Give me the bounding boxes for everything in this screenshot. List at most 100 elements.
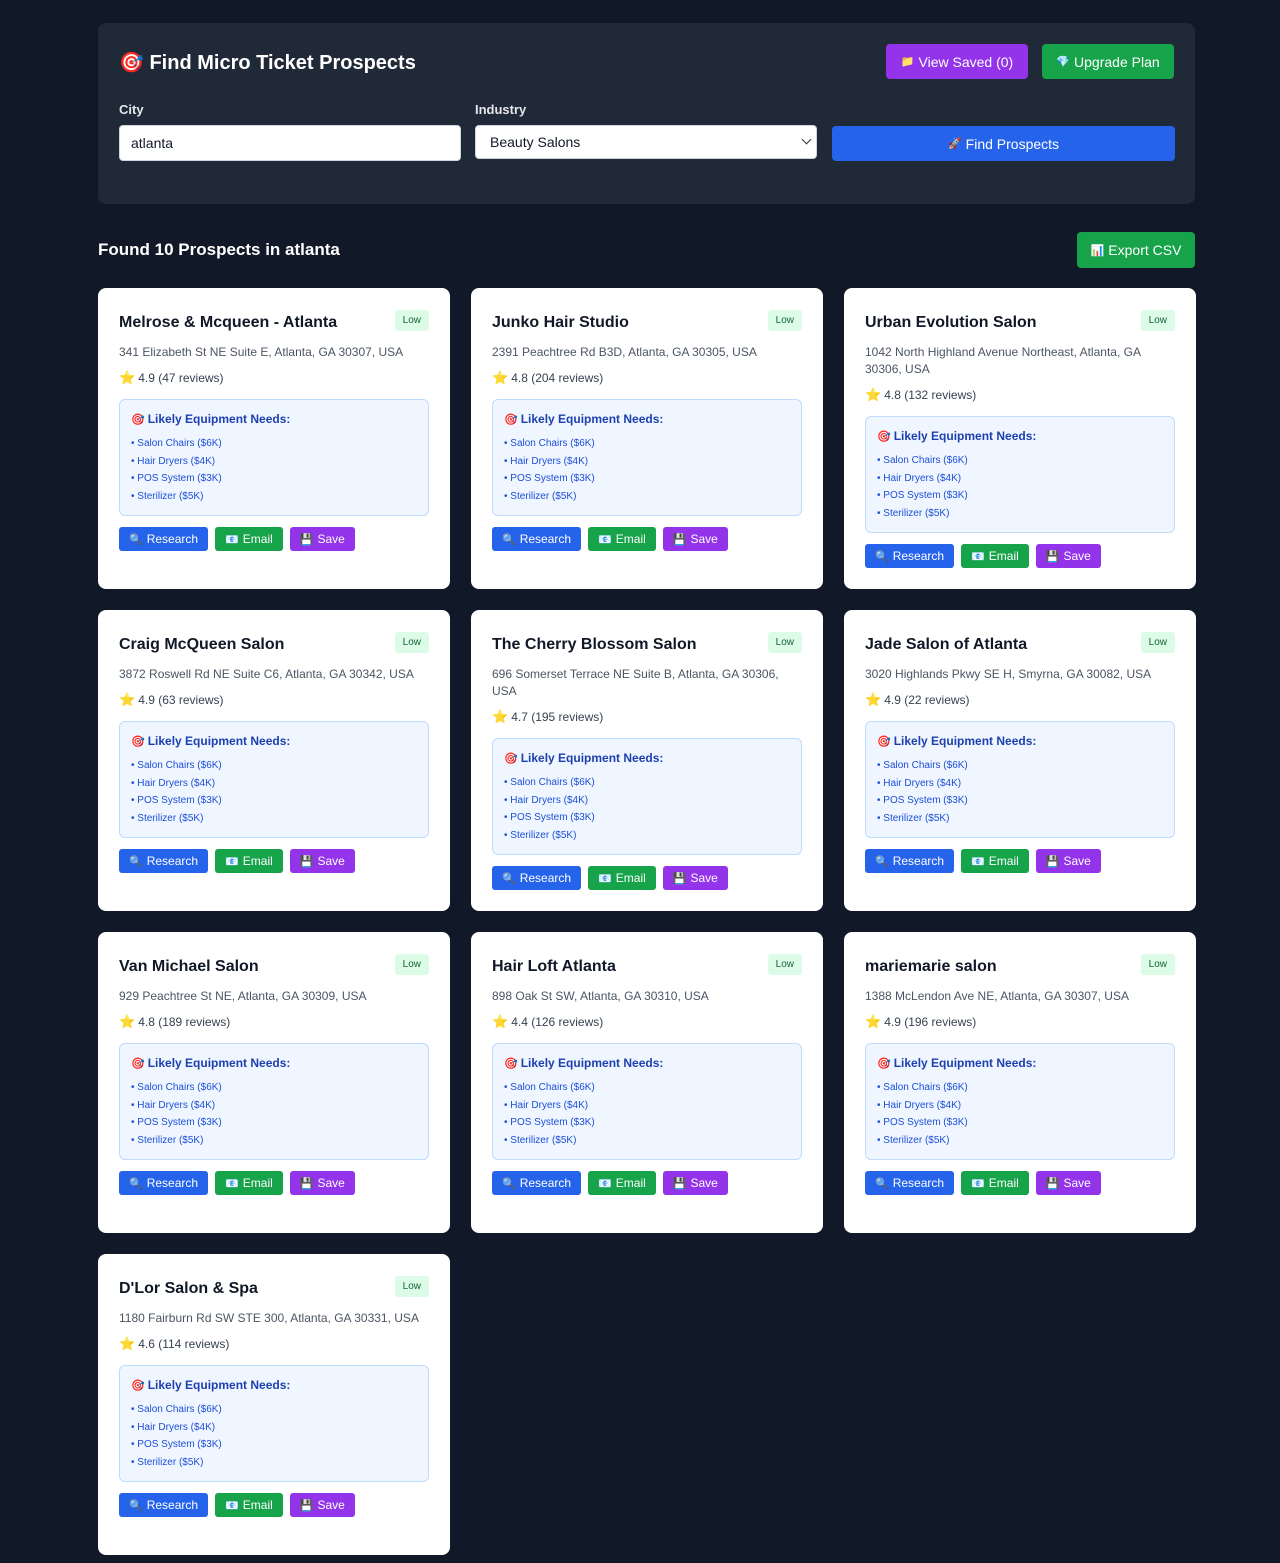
- view-saved-button[interactable]: 📁 View Saved (0): [886, 44, 1028, 79]
- save-button[interactable]: 💾 Save: [1035, 544, 1101, 568]
- research-button[interactable]: 🔍 Research: [119, 527, 209, 551]
- save-button[interactable]: 💾 Save: [662, 527, 728, 551]
- page-title-text: Find Micro Ticket Prospects: [149, 52, 416, 74]
- magnifier-icon: 🔍: [502, 1177, 516, 1190]
- save-button[interactable]: 💾 Save: [289, 527, 355, 551]
- equipment-need-item: Sterilizer ($5K): [877, 505, 1163, 523]
- magnifier-icon: 🔍: [502, 533, 516, 546]
- equipment-needs-list: Salon Chairs ($6K)Hair Dryers ($4K)POS S…: [504, 435, 790, 505]
- industry-select[interactable]: Beauty Salons: [475, 125, 817, 159]
- equipment-needs-box: 🎯Likely Equipment Needs: Salon Chairs ($…: [119, 1365, 429, 1482]
- equipment-need-item: Salon Chairs ($6K): [877, 757, 1163, 775]
- save-button[interactable]: 💾 Save: [662, 866, 728, 890]
- equipment-need-item: Sterilizer ($5K): [504, 827, 790, 845]
- results-heading: Found 10 Prospects in atlanta: [98, 240, 340, 259]
- floppy-disk-icon: 💾: [299, 855, 314, 868]
- research-button[interactable]: 🔍 Research: [865, 544, 955, 568]
- email-button[interactable]: 📧 Email: [588, 1171, 656, 1195]
- research-label: Research: [892, 1176, 945, 1190]
- star-icon: ⭐: [492, 370, 509, 385]
- email-label: Email: [242, 532, 273, 546]
- research-button[interactable]: 🔍 Research: [865, 849, 955, 873]
- prospect-name: Junko Hair Studio: [492, 314, 629, 331]
- research-button[interactable]: 🔍 Research: [865, 1171, 955, 1195]
- target-icon: 🎯: [877, 1058, 891, 1070]
- email-label: Email: [242, 1498, 273, 1512]
- research-button[interactable]: 🔍 Research: [119, 849, 209, 873]
- prospect-card: The Cherry Blossom Salon Low 696 Somerse…: [471, 610, 823, 911]
- equipment-need-item: Sterilizer ($5K): [131, 1132, 417, 1150]
- email-button[interactable]: 📧 Email: [215, 849, 283, 873]
- export-csv-label: Export CSV: [1108, 242, 1182, 258]
- save-button[interactable]: 💾 Save: [1035, 849, 1101, 873]
- find-prospects-button[interactable]: 🚀 Find Prospects: [832, 126, 1175, 161]
- email-button[interactable]: 📧 Email: [215, 527, 283, 551]
- magnifier-icon: 🔍: [875, 550, 889, 563]
- equipment-need-item: POS System ($3K): [877, 487, 1163, 505]
- card-actions: 🔍 Research 📧 Email 💾 Save: [119, 849, 429, 873]
- star-icon: ⭐: [492, 709, 509, 724]
- prospect-rating: ⭐ 4.8 (189 reviews): [119, 1014, 429, 1030]
- equipment-needs-box: 🎯Likely Equipment Needs: Salon Chairs ($…: [492, 1043, 802, 1160]
- prospect-address: 929 Peachtree St NE, Atlanta, GA 30309, …: [119, 989, 367, 1003]
- save-button[interactable]: 💾 Save: [289, 849, 355, 873]
- equipment-need-item: POS System ($3K): [504, 470, 790, 488]
- envelope-icon: 📧: [971, 1177, 985, 1190]
- email-button[interactable]: 📧 Email: [961, 1171, 1029, 1195]
- research-label: Research: [146, 1498, 199, 1512]
- save-button[interactable]: 💾 Save: [1035, 1171, 1101, 1195]
- equipment-need-item: Salon Chairs ($6K): [131, 1401, 417, 1419]
- equipment-needs-heading: Likely Equipment Needs:: [147, 412, 291, 426]
- email-button[interactable]: 📧 Email: [215, 1493, 283, 1517]
- floppy-disk-icon: 💾: [299, 533, 314, 546]
- equipment-need-item: Salon Chairs ($6K): [877, 1079, 1163, 1097]
- email-button[interactable]: 📧 Email: [588, 527, 656, 551]
- equipment-needs-title: 🎯 Likely Equipment Needs:: [877, 1055, 1163, 1072]
- envelope-icon: 📧: [598, 1177, 612, 1190]
- card-actions: 🔍 Research 📧 Email 💾 Save: [865, 544, 1175, 568]
- research-button[interactable]: 🔍 Research: [492, 527, 582, 551]
- equipment-needs-title: 🎯 Likely Equipment Needs:: [131, 733, 417, 750]
- equipment-need-item: POS System ($3K): [131, 792, 417, 810]
- save-button[interactable]: 💾 Save: [662, 1171, 728, 1195]
- email-button[interactable]: 📧 Email: [588, 866, 656, 890]
- rating-text: 4.8 (189 reviews): [138, 1015, 231, 1029]
- equipment-needs-box: 🎯Likely Equipment Needs: Salon Chairs ($…: [492, 399, 802, 516]
- prospect-address: 1042 North Highland Avenue Northeast, At…: [865, 345, 1141, 376]
- equipment-need-item: Sterilizer ($5K): [504, 488, 790, 506]
- envelope-icon: 📧: [225, 855, 239, 868]
- save-label: Save: [1063, 854, 1091, 868]
- research-button[interactable]: 🔍 Research: [119, 1171, 209, 1195]
- equipment-need-item: Salon Chairs ($6K): [131, 757, 417, 775]
- research-button[interactable]: 🔍 Research: [492, 866, 582, 890]
- floppy-disk-icon: 💾: [299, 1499, 314, 1512]
- city-input[interactable]: [119, 125, 461, 161]
- equipment-needs-heading: Likely Equipment Needs:: [520, 751, 664, 765]
- floppy-disk-icon: 💾: [1045, 550, 1060, 563]
- equipment-needs-box: 🎯Likely Equipment Needs: Salon Chairs ($…: [865, 1043, 1175, 1160]
- prospect-name: D'Lor Salon & Spa: [119, 1280, 258, 1297]
- envelope-icon: 📧: [971, 550, 985, 563]
- equipment-need-item: POS System ($3K): [877, 1114, 1163, 1132]
- research-button[interactable]: 🔍 Research: [119, 1493, 209, 1517]
- floppy-disk-icon: 💾: [672, 533, 687, 546]
- email-button[interactable]: 📧 Email: [961, 849, 1029, 873]
- envelope-icon: 📧: [225, 1499, 239, 1512]
- priority-badge: Low: [394, 1276, 429, 1297]
- research-button[interactable]: 🔍 Research: [492, 1171, 582, 1195]
- email-button[interactable]: 📧 Email: [961, 544, 1029, 568]
- email-button[interactable]: 📧 Email: [215, 1171, 283, 1195]
- upgrade-plan-button[interactable]: 💎 Upgrade Plan: [1042, 44, 1174, 79]
- equipment-needs-list: Salon Chairs ($6K)Hair Dryers ($4K)POS S…: [877, 757, 1163, 827]
- email-label: Email: [615, 1176, 646, 1190]
- equipment-needs-list: Salon Chairs ($6K)Hair Dryers ($4K)POS S…: [504, 774, 790, 844]
- search-panel: 🎯 Find Micro Ticket Prospects 📁 View Sav…: [98, 23, 1195, 204]
- equipment-needs-list: Salon Chairs ($6K)Hair Dryers ($4K)POS S…: [877, 452, 1163, 522]
- save-button[interactable]: 💾 Save: [289, 1493, 355, 1517]
- equipment-needs-box: 🎯Likely Equipment Needs: Salon Chairs ($…: [865, 721, 1175, 838]
- prospect-card: Van Michael Salon Low 929 Peachtree St N…: [98, 932, 450, 1233]
- equipment-needs-heading: Likely Equipment Needs:: [893, 734, 1037, 748]
- save-button[interactable]: 💾 Save: [289, 1171, 355, 1195]
- export-csv-button[interactable]: 📊 Export CSV: [1077, 232, 1195, 268]
- equipment-need-item: Hair Dryers ($4K): [504, 1097, 790, 1115]
